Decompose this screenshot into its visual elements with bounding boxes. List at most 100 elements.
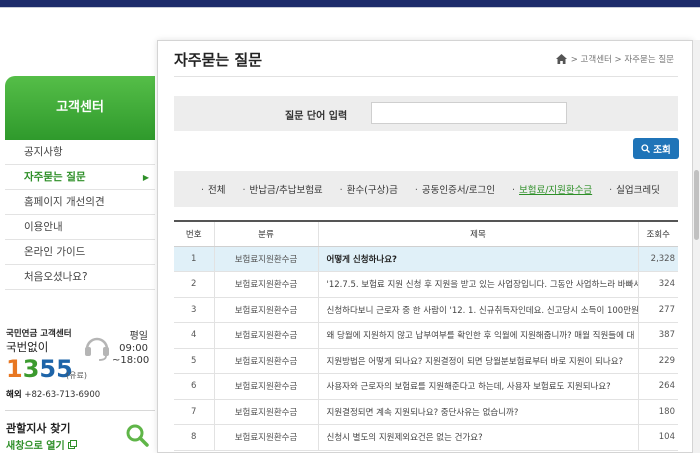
new-window-icon <box>68 440 78 449</box>
row-views: 387 <box>638 322 678 349</box>
table-row[interactable]: 1 보험료지원환수금 어떻게 신청하나요? 2,328 <box>174 246 678 272</box>
sidebar-item-first-visit[interactable]: 처음오셨나요? <box>5 265 155 290</box>
row-category: 보험료지원환수금 <box>214 373 319 400</box>
headset-icon <box>85 337 109 361</box>
row-title-link[interactable]: 사용자와 근로자의 보험료를 지원해준다고 하는데, 사용자 보험료도 지원되나… <box>318 373 639 400</box>
contact-intl: 해외 +82-63-713-6900 <box>6 388 100 400</box>
search-icon <box>641 144 651 153</box>
row-no: 7 <box>174 399 215 425</box>
row-views: 264 <box>638 373 678 400</box>
row-no: 4 <box>174 322 215 349</box>
row-views: 104 <box>638 424 678 451</box>
row-title-link[interactable]: 지원방법은 어떻게 되나요? 지원결정이 되면 당월분보험료부터 바로 지원이 … <box>318 348 639 374</box>
sidebar-item-feedback[interactable]: 홈페이지 개선의견 <box>5 190 155 215</box>
row-category: 보험료지원환수금 <box>214 399 319 425</box>
sidebar-item-online-guide[interactable]: 온라인 가이드 <box>5 240 155 265</box>
row-no: 3 <box>174 297 215 323</box>
row-category: 보험료지원환수금 <box>214 322 319 349</box>
sidebar-item-label: 공지사항 <box>24 146 63 158</box>
category-label: 보험료/지원환수금 <box>519 185 593 196</box>
hours-label: 평일 <box>129 331 148 342</box>
page-scrollbar[interactable] <box>693 40 700 453</box>
row-category: 보험료지원환수금 <box>214 246 319 272</box>
sidebar-item-label: 이용안내 <box>24 221 63 233</box>
row-title-link[interactable]: 신청시 별도의 지원제외요건은 없는 건가요? <box>318 424 639 451</box>
row-category: 보험료지원환수금 <box>214 348 319 374</box>
phone-digit: 1 <box>6 355 23 383</box>
row-title-link[interactable]: '12.7.5. 보험료 지원 신청 후 지원을 받고 있는 사업장입니다. 그… <box>318 271 639 298</box>
search-button[interactable]: 조회 <box>633 138 679 159</box>
row-title-link[interactable]: 지원결정되면 계속 지원되나요? 중단사유는 없습니까? <box>318 399 639 425</box>
magnifier-icon[interactable] <box>125 423 149 447</box>
sidebar-item-label: 홈페이지 개선의견 <box>24 196 105 208</box>
search-area: 질문 단어 입력 <box>174 96 678 131</box>
search-input[interactable] <box>371 102 567 124</box>
sidebar-item-label: 온라인 가이드 <box>24 246 86 258</box>
table-row[interactable]: 8 보험료지원환수금 신청시 별도의 지원제외요건은 없는 건가요? 104 <box>174 424 678 451</box>
row-views: 180 <box>638 399 678 425</box>
table-row[interactable]: 4 보험료지원환수금 왜 당월에 지원하지 않고 납부여부를 확인한 후 익월에… <box>174 322 678 349</box>
faq-table: 번호 분류 제목 조회수 1 보험료지원환수금 어떻게 신청하나요? 2,328… <box>174 220 678 451</box>
category-label: 실업크레딧 <box>616 185 660 196</box>
row-no: 1 <box>174 246 215 272</box>
scrollbar-thumb[interactable] <box>694 170 699 240</box>
branch-link-label: 새창으로 열기 <box>6 441 65 452</box>
breadcrumb-path: > 고객센터 > 자주묻는 질문 <box>570 55 674 65</box>
sidebar-item-faq[interactable]: 자주묻는 질문 ▶ <box>5 165 155 190</box>
category-label: 반납금/추납보험료 <box>249 185 323 196</box>
row-no: 8 <box>174 424 215 451</box>
top-nav-bar <box>0 0 700 7</box>
contact-phone: 1355 <box>6 355 73 383</box>
row-category: 보험료지원환수금 <box>214 424 319 451</box>
home-icon[interactable] <box>555 54 567 64</box>
row-title-link[interactable]: 왜 당월에 지원하지 않고 납부여부를 확인한 후 익월에 지원해줍니까? 매월… <box>318 322 639 349</box>
category-certificate[interactable]: · 공동인증서/로그인 <box>415 182 495 196</box>
table-row[interactable]: 3 보험료지원환수금 신청하다보니 근로자 중 한 사람이 '12. 1. 신규… <box>174 297 678 323</box>
category-label: 전체 <box>208 185 226 196</box>
row-views: 277 <box>638 297 678 323</box>
search-label: 질문 단어 입력 <box>285 111 348 122</box>
row-views: 229 <box>638 348 678 374</box>
sidebar-item-label: 처음오셨나요? <box>24 271 88 283</box>
chevron-right-icon: ▶ <box>142 173 149 182</box>
intl-label: 해외 <box>6 390 22 400</box>
sidebar-item-label: 자주묻는 질문 <box>24 171 86 183</box>
main-panel: 자주묻는 질문 > 고객센터 > 자주묻는 질문 질문 단어 입력 조회 · 전체… <box>157 40 693 453</box>
row-title-link[interactable]: 어떻게 신청하나요? <box>318 246 639 272</box>
category-filter: · 전체 · 반납금/추납보험료 · 환수(구상)금 · 공동인증서/로그인 · 보험료/… <box>174 171 678 207</box>
category-refund[interactable]: · 반납금/추납보험료 <box>243 182 323 196</box>
page-title: 자주묻는 질문 <box>174 51 263 69</box>
search-button-label: 조회 <box>653 144 671 156</box>
breadcrumb: > 고객센터 > 자주묻는 질문 <box>555 53 674 65</box>
sidebar-item-notice[interactable]: 공지사항 <box>5 140 155 165</box>
row-no: 5 <box>174 348 215 374</box>
row-category: 보험료지원환수금 <box>214 271 319 298</box>
row-views: 2,328 <box>638 246 678 272</box>
category-unemployment-credit[interactable]: · 실업크레딧 <box>609 182 660 196</box>
header-category: 분류 <box>214 221 319 247</box>
title-divider <box>174 76 678 77</box>
sidebar-title: 고객센터 <box>5 76 155 140</box>
table-row[interactable]: 6 보험료지원환수금 사용자와 근로자의 보험료를 지원해준다고 하는데, 사용… <box>174 373 678 400</box>
hours-end: ~18:00 <box>112 355 150 366</box>
table-row[interactable]: 5 보험료지원환수금 지원방법은 어떻게 되나요? 지원결정이 되면 당월분보험… <box>174 348 678 374</box>
sidebar-item-guide[interactable]: 이용안내 <box>5 215 155 240</box>
category-label: 공동인증서/로그인 <box>421 185 495 196</box>
row-no: 2 <box>174 271 215 298</box>
row-title-link[interactable]: 신청하다보니 근로자 중 한 사람이 '12. 1. 신규취득자인데요. 신고당… <box>318 297 639 323</box>
row-category: 보험료지원환수금 <box>214 297 319 323</box>
category-premium-support[interactable]: · 보험료/지원환수금 <box>512 182 592 196</box>
phone-digit: 3 <box>22 355 40 383</box>
contact-subtitle: 국번없이 <box>6 340 49 354</box>
top-nav-divider <box>0 7 700 8</box>
category-recovery[interactable]: · 환수(구상)금 <box>340 182 398 196</box>
branch-finder-link[interactable]: 새창으로 열기 <box>6 437 78 452</box>
contact-paid-note: (유료) <box>66 371 87 380</box>
table-row[interactable]: 2 보험료지원환수금 '12.7.5. 보험료 지원 신청 후 지원을 받고 있… <box>174 271 678 298</box>
row-no: 6 <box>174 373 215 400</box>
hours-start: 09:00 <box>119 343 148 354</box>
table-row[interactable]: 7 보험료지원환수금 지원결정되면 계속 지원되나요? 중단사유는 없습니까? … <box>174 399 678 425</box>
category-all[interactable]: · 전체 <box>201 182 226 196</box>
contact-title: 국민연금 고객센터 <box>6 329 72 339</box>
header-no: 번호 <box>174 221 215 247</box>
